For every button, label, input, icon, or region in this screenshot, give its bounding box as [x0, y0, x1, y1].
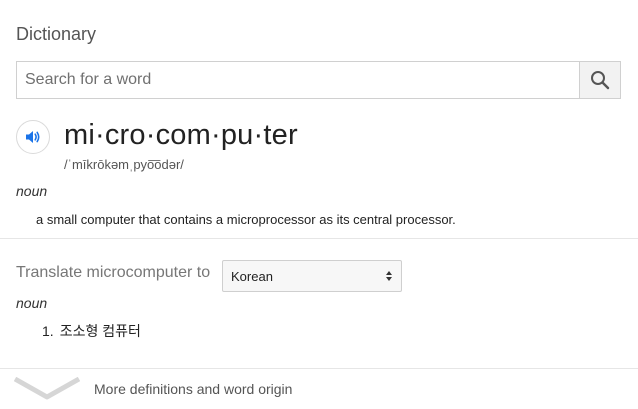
updown-arrows-icon	[386, 271, 392, 281]
more-definitions-label: More definitions and word origin	[94, 381, 293, 397]
more-definitions-button[interactable]: More definitions and word origin	[0, 369, 638, 409]
headword: mi·cro·com·pu·ter	[64, 119, 298, 151]
translate-label: Translate microcomputer to	[16, 264, 211, 281]
search-box	[16, 61, 621, 99]
language-select-value: Korean	[231, 268, 273, 284]
definition: a small computer that contains a micropr…	[36, 212, 456, 227]
search-icon	[591, 71, 610, 90]
pronunciation: /ˈmīkrōkəmˌpyo͞odər/	[64, 157, 184, 172]
chevron-down-icon	[14, 377, 80, 400]
language-select[interactable]: Korean	[222, 260, 402, 292]
translation-item: 1. 조소형 컴퓨터	[42, 321, 141, 341]
translation-text: 조소형 컴퓨터	[59, 323, 141, 339]
pronounce-button[interactable]	[16, 120, 50, 154]
search-input[interactable]	[17, 62, 579, 98]
translation-number: 1.	[42, 323, 54, 339]
search-button[interactable]	[579, 62, 620, 98]
part-of-speech: noun	[16, 183, 48, 199]
divider	[0, 238, 638, 239]
dictionary-card: Dictionary mi·cro·com·pu·ter /ˈmīkrōkəmˌ…	[0, 0, 638, 409]
speaker-icon	[26, 131, 40, 143]
card-title: Dictionary	[16, 24, 97, 44]
translation-part-of-speech: noun	[16, 295, 48, 311]
